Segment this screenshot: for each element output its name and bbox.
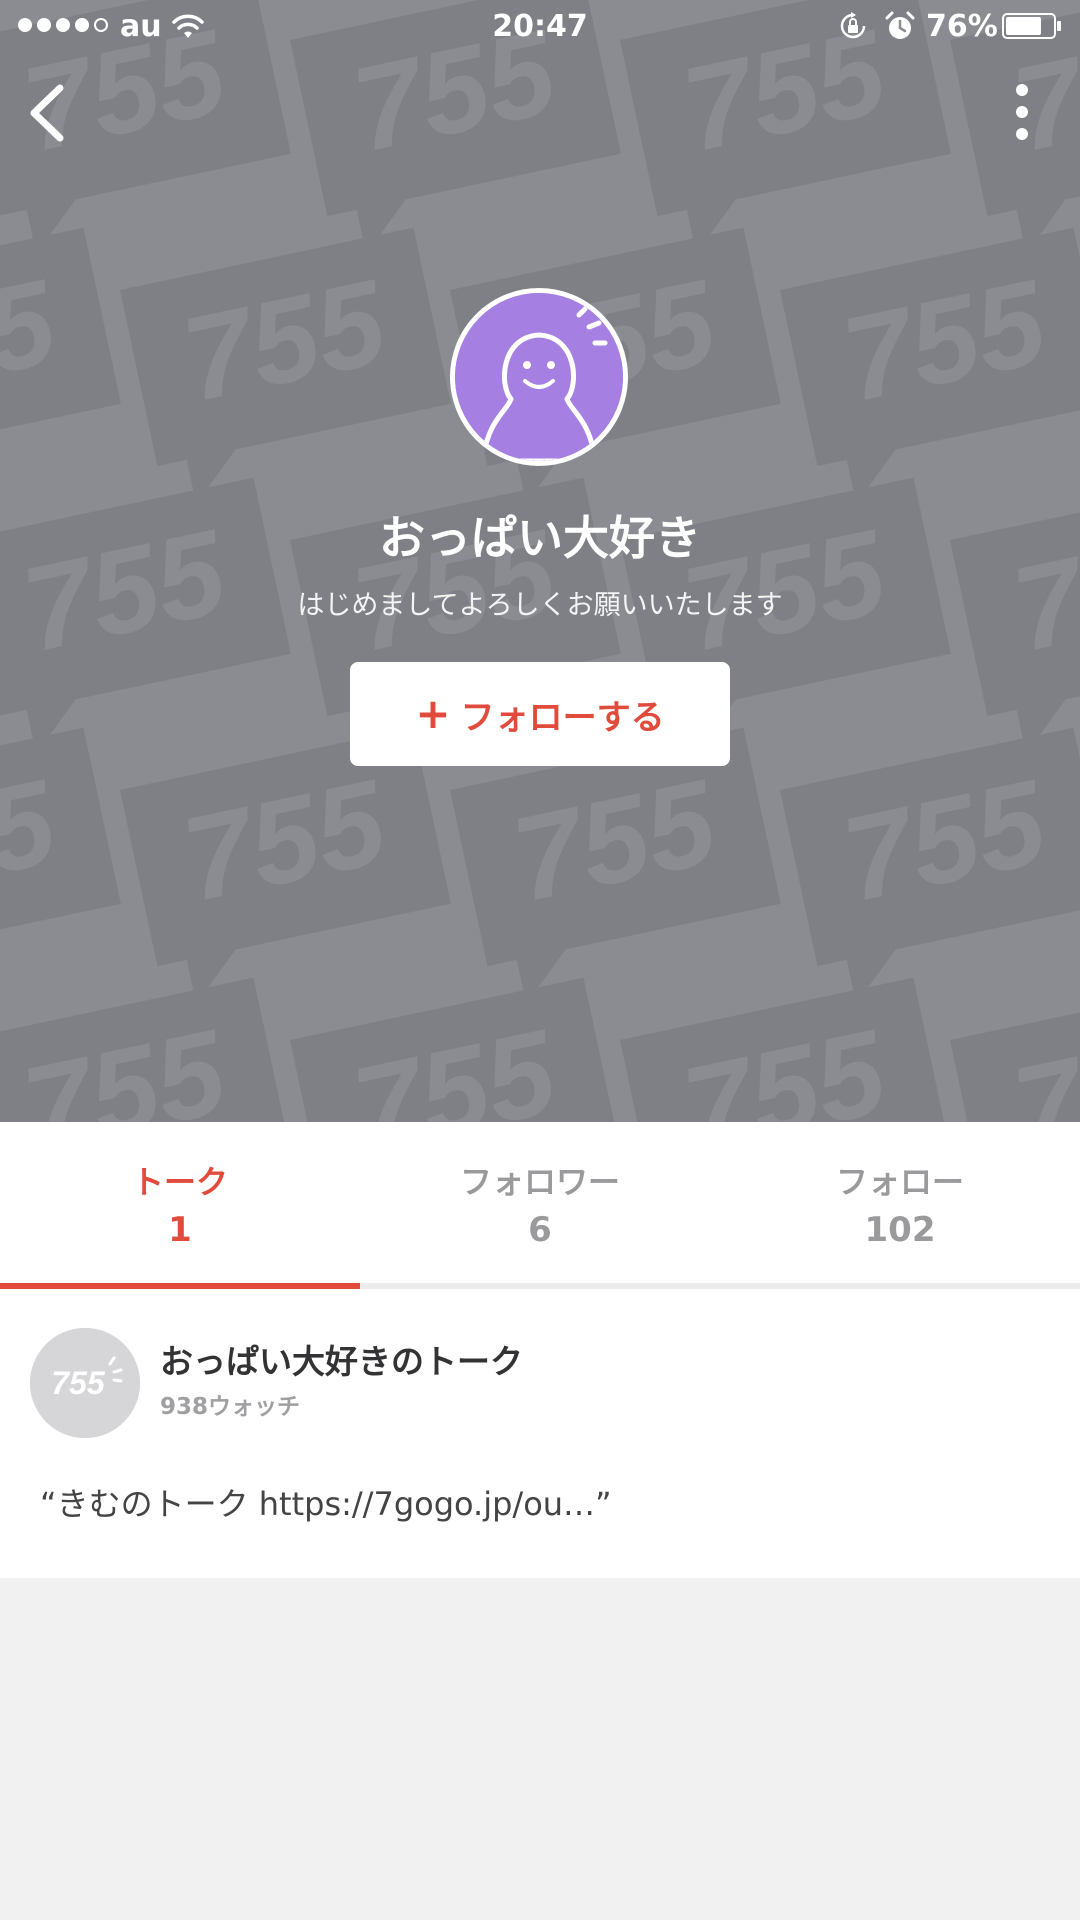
battery-percentage: 76% — [926, 9, 998, 44]
pattern-tile: 755 — [0, 727, 121, 967]
rotation-lock-icon — [840, 12, 866, 39]
person-avatar-icon — [455, 293, 623, 461]
pattern-tile: 755 — [0, 977, 291, 1122]
follow-button[interactable]: + フォローする — [350, 662, 730, 766]
pattern-tile: 755 — [120, 727, 451, 1004]
profile-tabs: トーク 1 フォロワー 6 フォロー 102 — [0, 1122, 1080, 1290]
755-logo-icon: 755 — [30, 1328, 140, 1438]
chevron-left-icon — [30, 84, 64, 142]
tab-label: フォロワー — [459, 1163, 620, 1201]
tab-count: 1 — [168, 1210, 192, 1250]
avatar[interactable] — [450, 288, 628, 466]
tab-count: 102 — [864, 1210, 936, 1250]
tab-talk[interactable]: トーク 1 — [0, 1122, 360, 1290]
talk-list-item[interactable]: 755 おっぱい大好きのトーク 938ウォッチ “きむのトーク https://… — [0, 1290, 1080, 1578]
tab-label: トーク — [131, 1163, 228, 1201]
follow-button-label: フォローする — [460, 697, 665, 738]
profile-name: おっぱい大好き — [379, 511, 701, 565]
talk-thumbnail: 755 — [30, 1328, 140, 1438]
talk-title: おっぱい大好きのトーク — [160, 1342, 523, 1381]
pattern-tile: 755 — [950, 977, 1080, 1122]
back-button[interactable] — [22, 78, 82, 148]
pattern-tile: 755 — [290, 977, 621, 1122]
tab-following[interactable]: フォロー 102 — [720, 1122, 1080, 1290]
pattern-tile: 755 — [780, 727, 1080, 1004]
status-bar: au 20:47 76% — [0, 0, 1080, 54]
tab-count: 6 — [528, 1210, 552, 1250]
talk-latest-post: “きむのトーク https://7gogo.jp/ou…” — [40, 1485, 612, 1523]
plus-icon: + — [415, 689, 451, 738]
profile-header: 755 755 755 755 755 755 755 755 755 755 755 755 755 7… — [0, 0, 1080, 1122]
pattern-tile: 755 — [120, 227, 451, 504]
pattern-tile: 755 — [780, 227, 1080, 504]
alarm-icon — [885, 11, 915, 39]
vertical-ellipsis-icon — [1016, 84, 1028, 140]
svg-text:755: 755 — [51, 1365, 106, 1401]
more-options-button[interactable] — [1002, 78, 1042, 148]
talk-watch-count: 938ウォッチ — [160, 1394, 301, 1420]
pattern-tile: 755 — [450, 727, 781, 1004]
pattern-tile: 755 — [0, 227, 121, 467]
pattern-tile: 755 — [620, 977, 951, 1122]
profile-screen: 755 755 755 755 755 755 755 755 755 755 755 755 755 7… — [0, 0, 1080, 1920]
active-tab-indicator — [0, 1283, 360, 1289]
battery-icon — [1002, 13, 1061, 39]
profile-bio: はじめましてよろしくお願いいたします — [297, 590, 783, 621]
tab-label: フォロー — [835, 1163, 964, 1201]
status-time: 20:47 — [492, 9, 588, 44]
tab-followers[interactable]: フォロワー 6 — [360, 1122, 720, 1290]
